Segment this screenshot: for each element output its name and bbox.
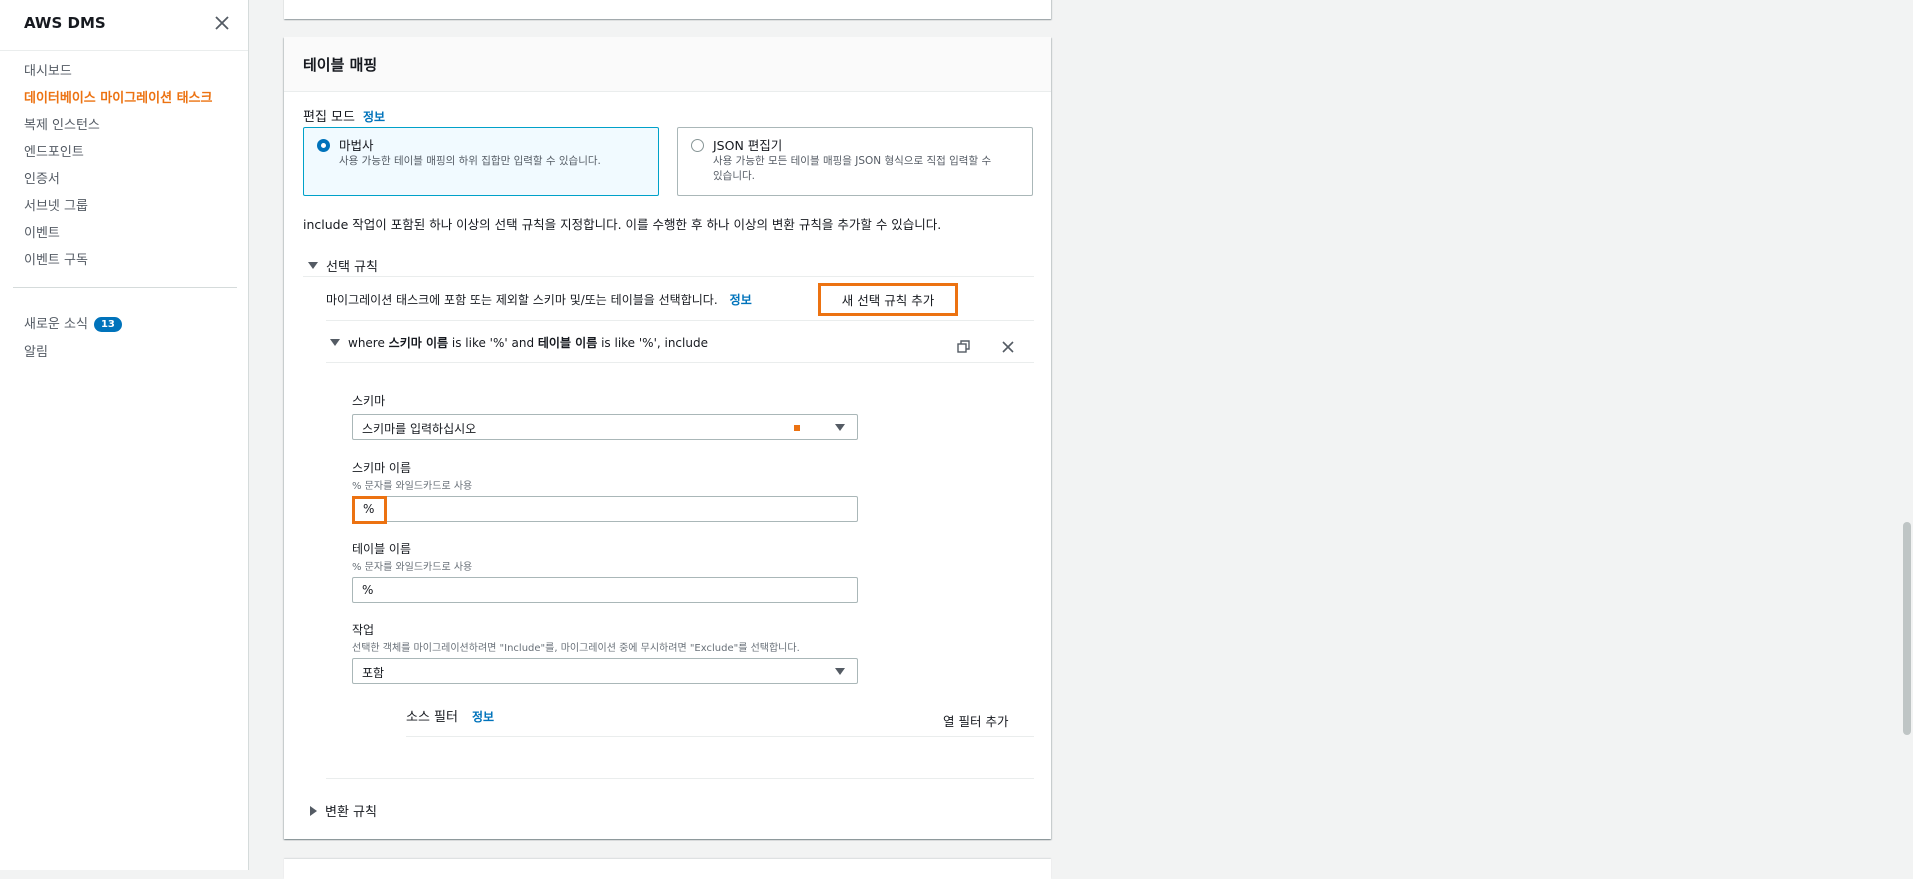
sidebar-item-dashboard[interactable]: 대시보드 [24,60,72,79]
schema-name-value: % [363,502,375,516]
table-name-value: % [362,583,374,597]
previous-panel [284,0,1051,19]
panel-header: 테이블 매핑 [284,37,1051,92]
remove-rule-icon[interactable] [1001,340,1015,354]
action-select-value: 포함 [362,666,385,680]
json-editor-label: JSON 편집기 [713,138,783,153]
action-hint: 선택한 객체를 마이그레이션하려면 "Include"를, 마이그레이션 중에 … [352,643,800,654]
action-label: 작업 [352,623,375,637]
schema-name-label: 스키마 이름 [352,461,412,475]
schema-select-value: 스키마를 입력하십시오 [362,422,477,436]
sidebar-item-subnet-groups[interactable]: 서브넷 그룹 [24,195,88,214]
source-filter-row: 소스 필터 정보 [406,706,494,725]
rule-summary-mid2: is like '%', include [597,336,708,350]
sidebar-item-whats-new[interactable]: 새로운 소식 13 [24,313,122,332]
selection-rules-toggle[interactable]: 선택 규칙 [308,256,378,275]
divider [326,320,1034,321]
selection-rules-title: 선택 규칙 [326,260,378,275]
divider [406,736,1034,737]
next-panel [284,859,1051,879]
table-name-field[interactable]: % [352,577,858,603]
sidebar-divider [13,287,237,288]
close-icon[interactable] [212,13,232,33]
rule-summary[interactable]: where 스키마 이름 is like '%' and 테이블 이름 is l… [348,334,708,351]
chevron-down-icon [835,668,845,675]
duplicate-icon[interactable] [957,340,971,354]
rule-summary-prefix: where [348,336,389,350]
page-scrollbar-track[interactable] [1900,0,1913,870]
page-scrollbar-thumb[interactable] [1903,522,1911,735]
whats-new-count-badge: 13 [93,317,122,332]
sidebar-item-replication-instances[interactable]: 복제 인스턴스 [24,114,100,133]
selection-rules-description-row: 마이그레이션 태스크에 포함 또는 제외할 스키마 및/또는 테이블을 선택합니… [326,291,752,308]
cursor-marker [794,425,800,431]
wizard-radio[interactable] [317,139,330,152]
schema-name-field[interactable] [352,496,858,522]
rule-summary-table-name: 테이블 이름 [537,336,598,350]
schema-label: 스키마 [352,394,386,408]
rule-caret-down-icon[interactable] [330,339,340,346]
add-column-filter-button[interactable]: 열 필터 추가 [943,711,1008,730]
sidebar-item-migration-tasks[interactable]: 데이터베이스 마이그레이션 태스크 [24,87,212,106]
caret-down-icon [308,262,318,269]
sidebar-item-notifications[interactable]: 알림 [24,341,48,360]
wizard-mode-tile[interactable]: 마법사 사용 가능한 테이블 매핑의 하위 집합만 입력할 수 있습니다. [303,127,659,196]
rule-summary-schema-name: 스키마 이름 [388,336,449,350]
sidebar-item-certificates[interactable]: 인증서 [24,168,60,187]
sidebar-header: AWS DMS [0,0,248,51]
sidebar-item-events[interactable]: 이벤트 [24,222,60,241]
panel-title: 테이블 매핑 [303,56,378,74]
edit-mode-label: 편집 모드 [303,110,355,125]
json-editor-description-line2: 있습니다. [713,170,755,182]
sidebar-item-endpoints[interactable]: 엔드포인트 [24,141,84,160]
edit-mode-info-link[interactable]: 정보 [363,110,385,124]
json-editor-radio[interactable] [691,139,704,152]
divider [326,778,1034,779]
json-editor-mode-tile[interactable]: JSON 편집기 사용 가능한 모든 테이블 매핑을 JSON 형식으로 직접 … [677,127,1033,196]
source-filter-label: 소스 필터 [406,710,458,725]
divider [326,362,1034,363]
schema-name-value-highlight[interactable]: % [352,496,387,524]
schema-name-hint: % 문자를 와일드카드로 사용 [352,481,473,492]
json-editor-description: 사용 가능한 모든 테이블 매핑을 JSON 형식으로 직접 입력할 수 있습니… [713,154,991,184]
sidebar-item-event-subscriptions[interactable]: 이벤트 구독 [24,249,88,268]
table-name-hint: % 문자를 와일드카드로 사용 [352,562,473,573]
edit-mode-row: 편집 모드 정보 [303,106,385,125]
transformation-rules-title: 변환 규칙 [325,805,377,820]
add-selection-rule-button[interactable]: 새 선택 규칙 추가 [818,283,958,316]
selection-instructions: include 작업이 포함된 하나 이상의 선택 규칙을 지정합니다. 이를 … [303,217,942,232]
whats-new-label: 새로운 소식 [24,317,88,332]
wizard-label: 마법사 [339,138,374,153]
side-navigation: AWS DMS 대시보드 데이터베이스 마이그레이션 태스크 복제 인스턴스 엔… [0,0,249,870]
chevron-down-icon [835,424,845,431]
json-editor-description-line1: 사용 가능한 모든 테이블 매핑을 JSON 형식으로 직접 입력할 수 [713,155,992,167]
table-name-label: 테이블 이름 [352,542,412,556]
schema-select[interactable]: 스키마를 입력하십시오 [352,414,858,440]
transformation-rules-toggle[interactable]: 변환 규칙 [310,801,377,820]
action-select[interactable]: 포함 [352,658,858,684]
selection-rules-description: 마이그레이션 태스크에 포함 또는 제외할 스키마 및/또는 테이블을 선택합니… [326,293,718,307]
caret-right-icon [310,805,317,816]
selection-rules-info-link[interactable]: 정보 [730,293,752,307]
sidebar-title[interactable]: AWS DMS [24,14,106,32]
divider [303,276,1034,277]
source-filter-info-link[interactable]: 정보 [472,710,494,724]
rule-summary-mid1: is like '%' and [448,336,538,350]
wizard-description: 사용 가능한 테이블 매핑의 하위 집합만 입력할 수 있습니다. [339,155,601,167]
